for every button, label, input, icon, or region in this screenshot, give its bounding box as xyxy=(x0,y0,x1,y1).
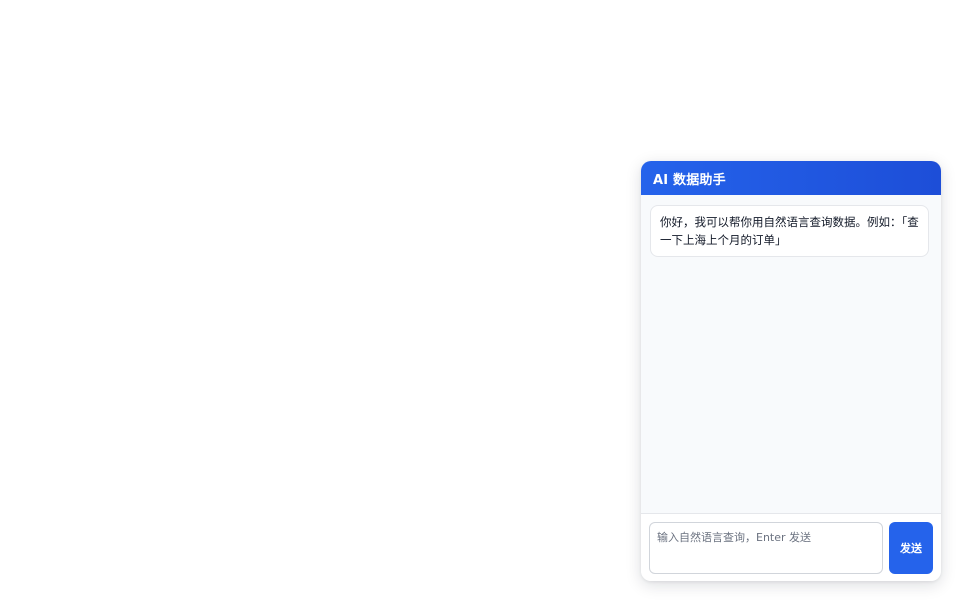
assistant-message: 你好，我可以帮你用自然语言查询数据。例如：「查一下上海上个月的订单」 xyxy=(650,205,929,257)
message-list: 你好，我可以帮你用自然语言查询数据。例如：「查一下上海上个月的订单」 xyxy=(641,195,941,513)
send-button[interactable]: 发送 xyxy=(889,521,933,574)
chat-title: AI 数据助手 xyxy=(653,172,726,188)
chat-input-bar: 发送 xyxy=(641,513,941,581)
chat-header: AI 数据助手 xyxy=(641,161,941,195)
ai-assistant-panel: AI 数据助手 你好，我可以帮你用自然语言查询数据。例如：「查一下上海上个月的订… xyxy=(641,161,941,581)
query-input[interactable] xyxy=(649,521,883,574)
